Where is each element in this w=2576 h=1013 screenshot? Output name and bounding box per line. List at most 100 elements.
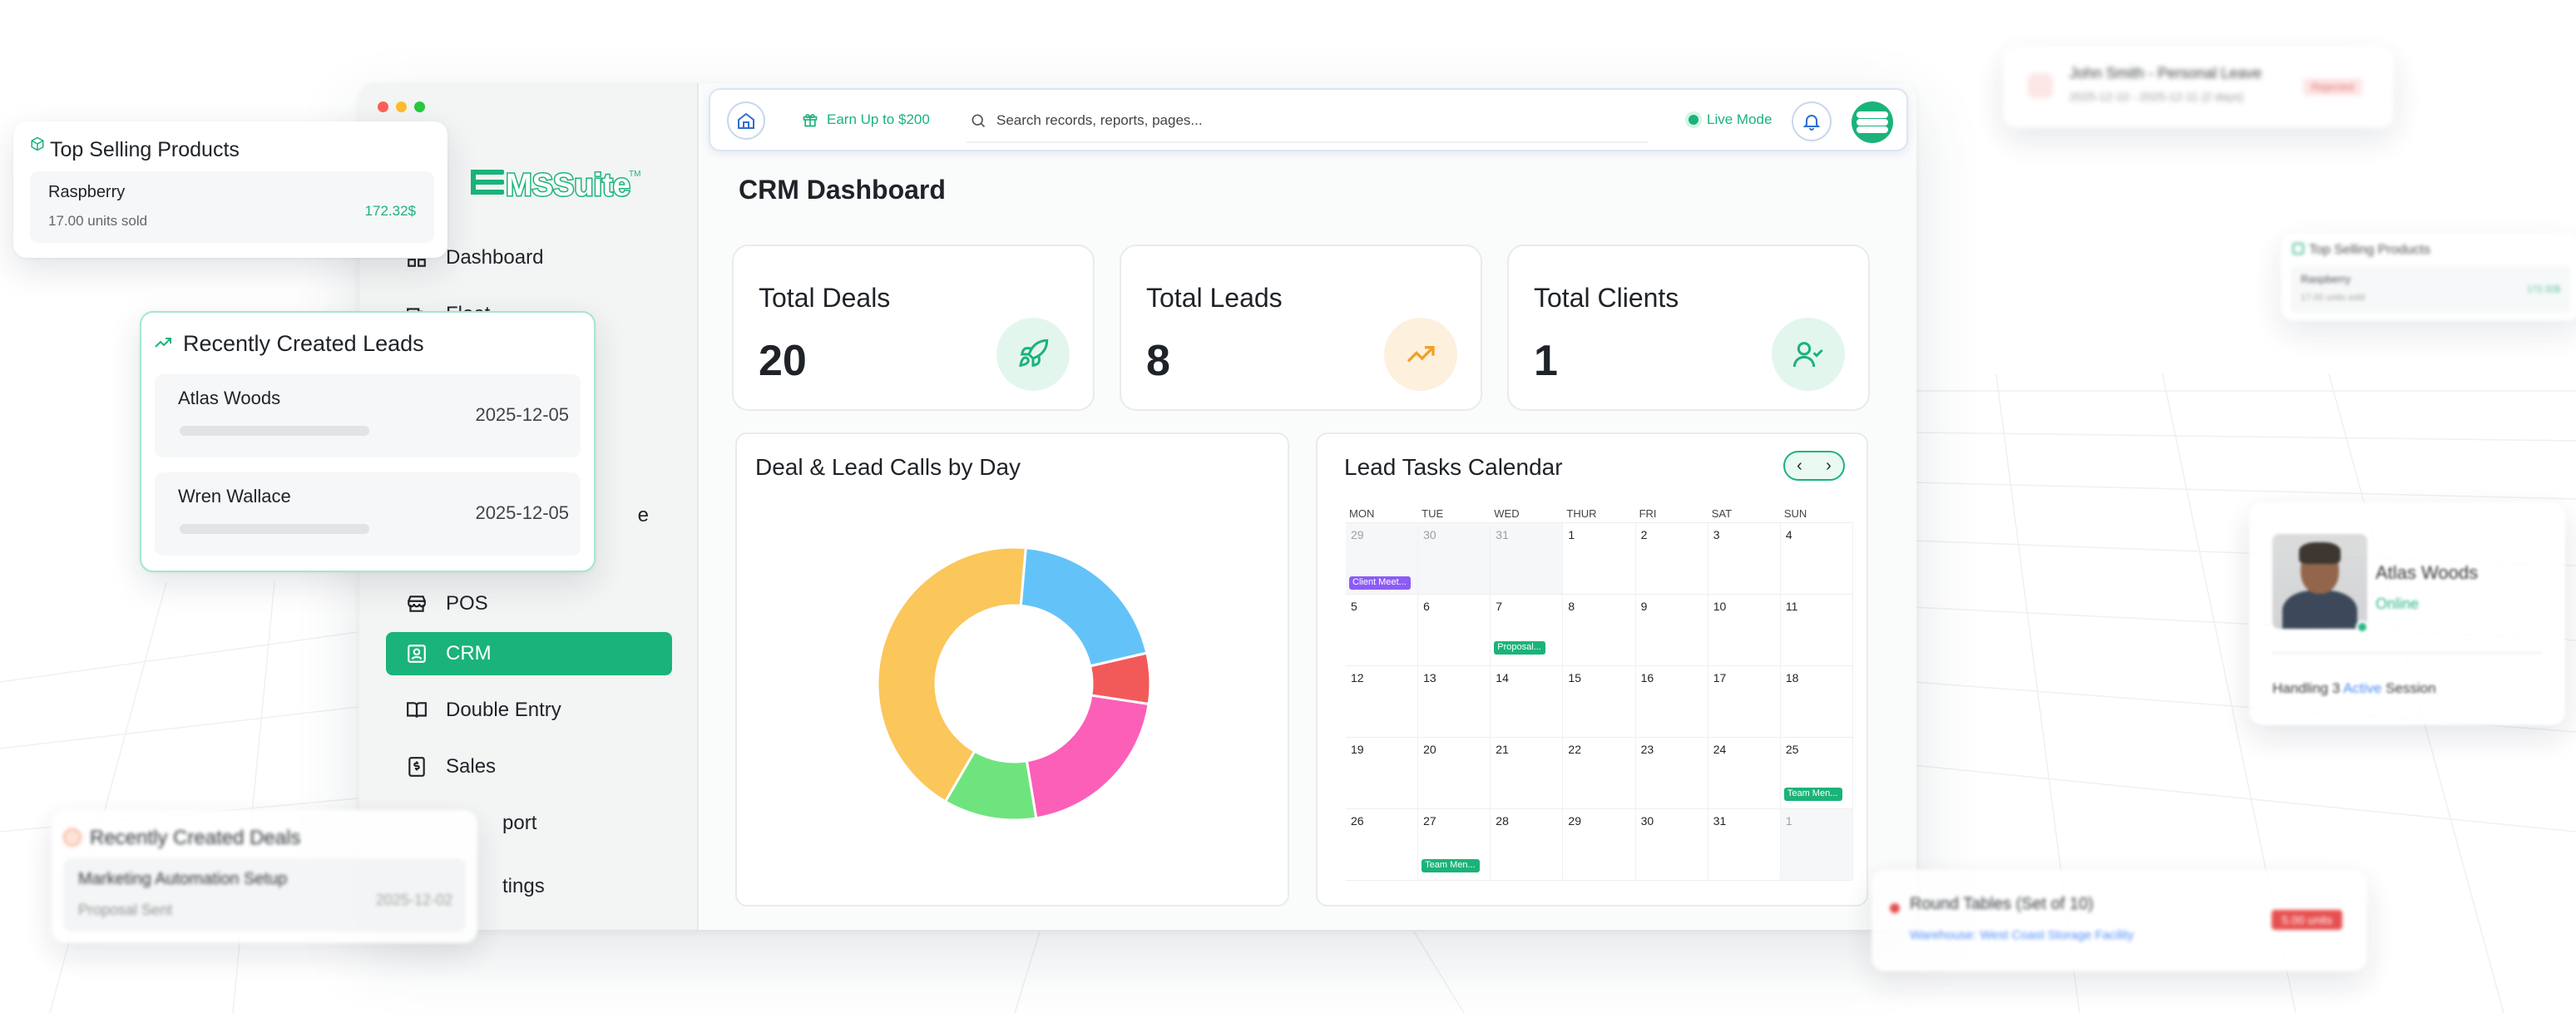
calendar-day[interactable]: 30 <box>1418 523 1491 595</box>
calendar-title: Lead Tasks Calendar <box>1344 454 1563 480</box>
product-units: 17.00 units sold <box>2301 293 2366 303</box>
session-summary: Handling 3 Active Session <box>2272 680 2436 697</box>
day-number: 29 <box>1568 814 1581 828</box>
inventory-alert-card[interactable]: Round Tables (Set of 10) Warehouse: West… <box>1871 870 2367 971</box>
stat-card-total-deals[interactable]: Total Deals 20 <box>732 245 1095 411</box>
live-indicator-dot <box>1688 115 1698 125</box>
day-number: 7 <box>1496 600 1503 613</box>
deal-icon <box>63 828 82 847</box>
stat-card-total-clients[interactable]: Total Clients 1 <box>1507 245 1870 411</box>
stat-value: 8 <box>1146 337 1170 385</box>
calendar-day[interactable]: 6 <box>1418 595 1491 666</box>
day-number: 28 <box>1496 814 1509 828</box>
calendar-day[interactable]: 20 <box>1418 738 1491 809</box>
box-icon <box>2292 243 2304 254</box>
stat-card-total-leads[interactable]: Total Leads 8 <box>1120 245 1482 411</box>
sidebar-item-pos[interactable]: POS <box>386 582 672 625</box>
calendar-day[interactable]: 1 <box>1563 523 1636 595</box>
user-presence-card[interactable]: Atlas Woods Online Handling 3 Active Ses… <box>2249 502 2565 725</box>
calendar-day[interactable]: 17 <box>1708 666 1781 738</box>
calendar-day[interactable]: 16 <box>1635 666 1708 738</box>
calendar-day[interactable]: 24 <box>1708 738 1781 809</box>
calendar-day[interactable]: 18 <box>1780 666 1853 738</box>
sidebar-item-label: CRM <box>446 642 492 665</box>
weekday-label: SUN <box>1783 506 1807 520</box>
sidebar-item-double-entry[interactable]: Double Entry <box>386 689 672 732</box>
calendar-day[interactable]: 21 <box>1491 738 1564 809</box>
weekday-label: MON <box>1349 506 1375 520</box>
calendar-day[interactable]: 4 <box>1780 523 1853 595</box>
leave-request-card[interactable]: John Smith - Personal Leave 2025-12-10 -… <box>2003 47 2394 128</box>
calendar-day[interactable]: 29 Client Meet... <box>1346 523 1419 595</box>
calendar-nav[interactable]: ‹ › <box>1783 451 1845 481</box>
day-number: 30 <box>1640 814 1654 828</box>
trending-up-icon <box>155 338 171 348</box>
chevron-left-icon[interactable]: ‹ <box>1797 457 1802 476</box>
day-number: 20 <box>1423 743 1436 756</box>
calendar-day[interactable]: 31 <box>1708 809 1781 881</box>
search-input[interactable]: Search records, reports, pages... <box>967 100 1649 143</box>
calendar-day[interactable]: 30 <box>1635 809 1708 881</box>
top-selling-products-mini-card[interactable]: Top Selling Products Raspberry 17.00 uni… <box>2281 233 2576 321</box>
donut-slice-2[interactable] <box>1025 694 1150 820</box>
calendar-day[interactable]: 2 <box>1635 523 1708 595</box>
product-item[interactable]: Raspberry 17.00 units sold 172.32$ <box>2291 266 2570 313</box>
calendar-day[interactable]: 9 <box>1635 595 1708 666</box>
calendar-day[interactable]: 29 <box>1563 809 1636 881</box>
top-selling-products-card[interactable]: Top Selling Products Raspberry 17.00 uni… <box>13 121 447 258</box>
topbar: Earn Up to $200 Search records, reports,… <box>709 88 1908 151</box>
earn-link[interactable]: Earn Up to $200 <box>802 111 930 128</box>
calendar-event[interactable]: Proposal... <box>1494 641 1546 655</box>
day-number: 19 <box>1351 743 1364 756</box>
lead-item[interactable]: Wren Wallace 2025-12-05 <box>155 472 581 556</box>
trending-up-icon <box>1407 346 1435 363</box>
minimize-dot[interactable] <box>396 101 407 112</box>
donut-slice-0[interactable] <box>1019 546 1149 668</box>
calendar-event[interactable]: Client Meet... <box>1349 576 1411 590</box>
notifications-button[interactable] <box>1792 101 1832 141</box>
calendar-event[interactable]: Team Men... <box>1783 788 1842 801</box>
calendar-day[interactable]: 11 <box>1780 595 1853 666</box>
calendar-day[interactable]: 19 <box>1346 738 1419 809</box>
maximize-dot[interactable] <box>414 101 425 112</box>
close-dot[interactable] <box>378 101 388 112</box>
calendar-day[interactable]: 27 Team Men... <box>1418 809 1491 881</box>
recently-created-leads-card[interactable]: Recently Created Leads Atlas Woods 2025-… <box>140 311 596 572</box>
sidebar-item-crm[interactable]: CRM <box>386 632 672 675</box>
calendar-day[interactable]: 14 <box>1491 666 1564 738</box>
recently-created-deals-card[interactable]: Recently Created Deals Marketing Automat… <box>52 810 477 943</box>
day-number: 5 <box>1351 600 1357 613</box>
calendar-day[interactable]: 3 <box>1708 523 1781 595</box>
chevron-right-icon[interactable]: › <box>1826 457 1832 476</box>
user-avatar[interactable] <box>1852 101 1893 143</box>
brand-logo[interactable]: MSSuite TM <box>469 161 644 205</box>
svg-text:MSSuite: MSSuite <box>506 168 630 203</box>
calendar-event[interactable]: Team Men... <box>1421 859 1481 872</box>
gift-icon <box>803 114 818 127</box>
calendar-day[interactable]: 22 <box>1563 738 1636 809</box>
book-icon <box>407 702 427 718</box>
live-mode-toggle[interactable]: Live Mode <box>1688 111 1772 128</box>
calendar-day[interactable]: 26 <box>1346 809 1419 881</box>
deal-item[interactable]: Marketing Automation Setup Proposal Sent… <box>63 858 466 931</box>
calendar-day[interactable]: 28 <box>1491 809 1564 881</box>
lead-item[interactable]: Atlas Woods 2025-12-05 <box>155 374 581 457</box>
calendar-day[interactable]: 23 <box>1635 738 1708 809</box>
calendar-day[interactable]: 5 <box>1346 595 1419 666</box>
calendar-day[interactable]: 7 Proposal... <box>1491 595 1564 666</box>
calendar-day[interactable]: 10 <box>1708 595 1781 666</box>
sidebar-item-sales[interactable]: Sales <box>386 745 672 788</box>
weekday-label: FRI <box>1639 506 1657 520</box>
calendar-day[interactable]: 15 <box>1563 666 1636 738</box>
calendar-day[interactable]: 13 <box>1418 666 1491 738</box>
calendar-day[interactable]: 31 <box>1491 523 1564 595</box>
calendar-day[interactable]: 8 <box>1563 595 1636 666</box>
lead-date: 2025-12-05 <box>475 502 569 523</box>
calendar-day[interactable]: 1 <box>1780 809 1853 881</box>
home-button[interactable] <box>727 101 765 140</box>
calendar-day[interactable]: 25 Team Men... <box>1780 738 1853 809</box>
sidebar-item-label: tings <box>502 875 545 897</box>
product-units: 17.00 units sold <box>48 213 148 229</box>
calendar-day[interactable]: 12 <box>1346 666 1419 738</box>
product-item[interactable]: Raspberry 17.00 units sold 172.32$ <box>30 171 434 243</box>
